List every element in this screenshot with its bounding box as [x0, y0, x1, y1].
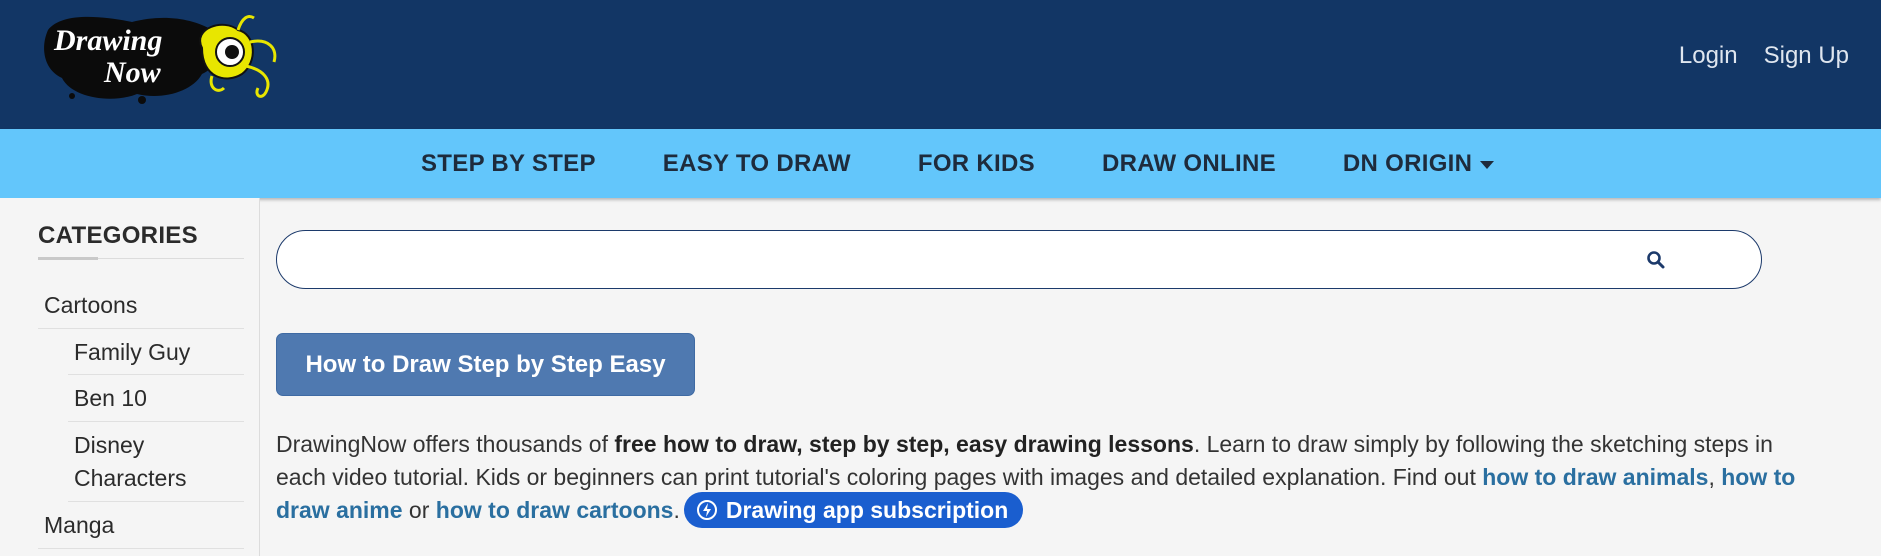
how-to-draw-button[interactable]: How to Draw Step by Step Easy [276, 333, 695, 396]
category-divider [68, 374, 244, 375]
nav-draw-online[interactable]: DRAW ONLINE [1102, 150, 1276, 178]
top-header: Drawing Now Login Sign Up [0, 0, 1881, 129]
categories-sidebar: CATEGORIES Cartoons Family Guy Ben 10 Di… [0, 198, 260, 556]
nav-dn-origin-label: DN ORIGIN [1342, 149, 1473, 177]
login-link[interactable]: Login [1679, 42, 1738, 70]
main-nav: STEP BY STEP EASY TO DRAW FOR KIDS DRAW … [0, 129, 1881, 198]
search-input[interactable] [276, 230, 1762, 289]
category-divider [38, 548, 244, 549]
intro-text-1: DrawingNow offers thousands of [276, 431, 615, 457]
monster-mascot-icon [199, 15, 277, 98]
category-divider [68, 501, 244, 502]
subscription-button-label: Drawing app subscription [725, 496, 1009, 523]
link-how-to-draw-cartoons[interactable]: how to draw cartoons [436, 497, 674, 523]
category-disney-characters[interactable]: Disney Characters [74, 429, 186, 495]
auth-links: Login Sign Up [1679, 42, 1849, 70]
intro-end: . [673, 497, 680, 524]
signup-link[interactable]: Sign Up [1764, 42, 1849, 70]
caret-down-icon [1480, 160, 1495, 169]
category-divider [68, 421, 244, 422]
search-icon[interactable] [1645, 249, 1667, 271]
categories-title: CATEGORIES [38, 222, 198, 249]
site-logo[interactable]: Drawing Now [42, 8, 300, 108]
nav-step-by-step[interactable]: STEP BY STEP [421, 150, 596, 178]
category-divider [38, 328, 244, 329]
intro-bold-text: free how to draw, step by step, easy dra… [614, 431, 1194, 457]
category-cartoons[interactable]: Cartoons [44, 289, 137, 322]
link-how-to-draw-animals[interactable]: how to draw animals [1482, 464, 1708, 490]
category-disney-line2: Characters [74, 465, 187, 491]
category-disney-line1: Disney [74, 432, 145, 458]
lightning-bolt-icon [696, 500, 717, 520]
category-manga[interactable]: Manga [44, 509, 114, 542]
intro-sep-2: or [402, 497, 436, 524]
category-ben-10[interactable]: Ben 10 [74, 382, 147, 415]
intro-sep-1: , [1708, 464, 1722, 490]
logo-graphic: Drawing Now [44, 15, 277, 104]
categories-divider-accent [38, 257, 98, 260]
subscription-button[interactable]: Drawing app subscription [683, 492, 1024, 528]
logo-text-now: Now [103, 56, 162, 89]
intro-paragraph: DrawingNow offers thousands of free how … [276, 428, 1796, 530]
nav-dn-origin-dropdown[interactable]: DN ORIGIN [1342, 149, 1495, 178]
nav-easy-to-draw[interactable]: EASY TO DRAW [663, 150, 851, 178]
logo-text-drawing: Drawing [53, 24, 162, 57]
category-family-guy[interactable]: Family Guy [74, 336, 190, 369]
nav-for-kids[interactable]: FOR KIDS [918, 150, 1035, 178]
